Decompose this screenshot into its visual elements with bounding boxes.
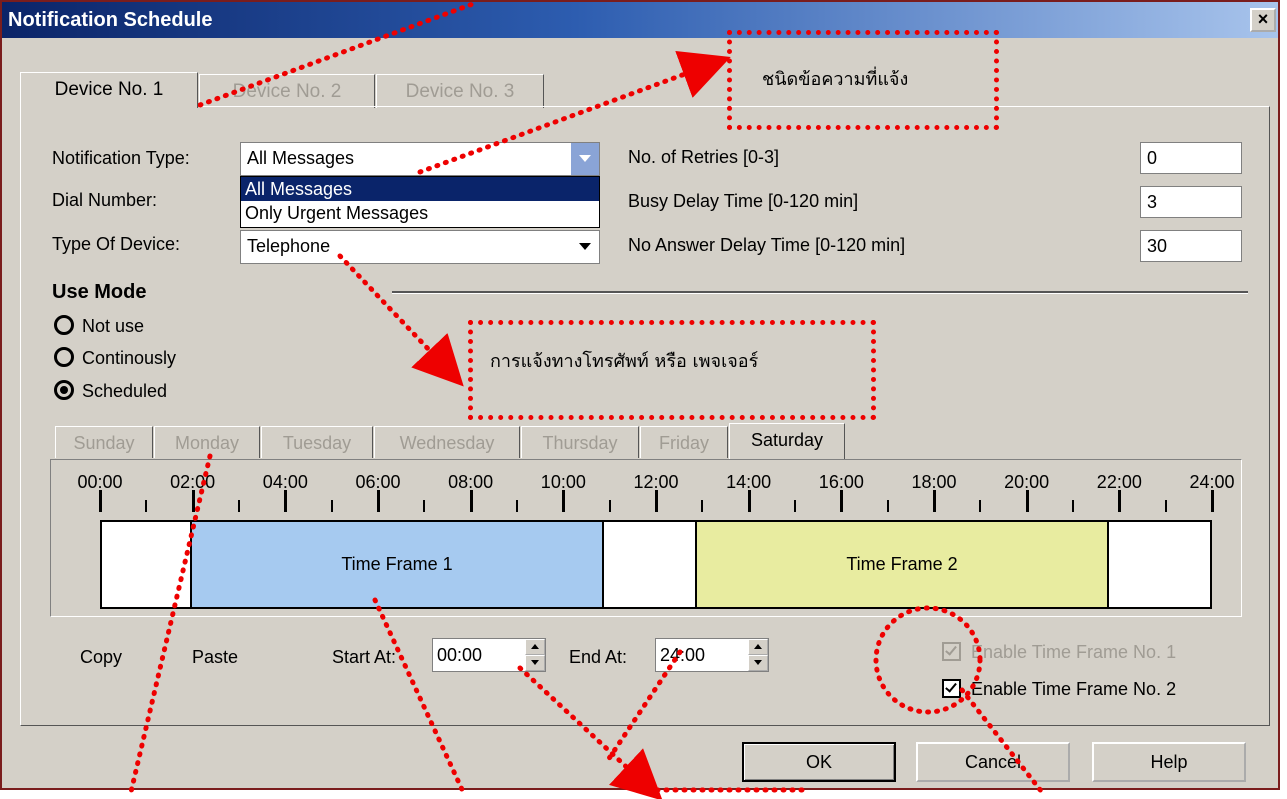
- timeline-minor-tick: [608, 500, 611, 512]
- ok-button[interactable]: OK: [742, 742, 896, 782]
- enable-time-frame-1-label: Enable Time Frame No. 1: [971, 642, 1177, 662]
- timeline-major-tick: [377, 490, 380, 512]
- annotation-phone-pager: การแจ้งทางโทรศัพท์ หรือ เพจเจอร์: [490, 351, 759, 372]
- enable-time-frame-2-label: Enable Time Frame No. 2: [971, 679, 1177, 699]
- type-of-device-label: Type Of Device:: [52, 234, 181, 254]
- end-at-spinner[interactable]: 24:00: [655, 638, 769, 672]
- busy-delay-input[interactable]: 3: [1140, 186, 1242, 218]
- time-frame-1-label: Time Frame 1: [341, 554, 453, 574]
- notification-type-dropdown-list: All Messages Only Urgent Messages: [240, 176, 600, 228]
- timeline-major-tick: [191, 490, 195, 512]
- chevron-down-icon[interactable]: [571, 143, 599, 175]
- radio-not-use[interactable]: Not use: [54, 315, 144, 337]
- copy-button[interactable]: Copy: [80, 647, 122, 668]
- radio-continously[interactable]: Continously: [54, 347, 176, 369]
- checkbox-checked-icon: [942, 642, 961, 661]
- start-at-spinner[interactable]: 00:00: [432, 638, 546, 672]
- radio-scheduled[interactable]: Scheduled: [54, 380, 167, 402]
- notification-type-value: All Messages: [247, 148, 355, 168]
- timeline-minor-tick: [145, 500, 148, 512]
- timeline-major-tick: [99, 490, 102, 512]
- timeline-major-tick: [933, 490, 936, 512]
- timeline-bar[interactable]: Time Frame 1 Time Frame 2: [100, 520, 1212, 609]
- tab-device-3[interactable]: Device No. 3: [376, 74, 544, 108]
- tab-sunday[interactable]: Sunday: [55, 426, 153, 458]
- timeline-minor-tick: [516, 500, 518, 512]
- enable-time-frame-2-checkbox[interactable]: Enable Time Frame No. 2: [942, 679, 1176, 700]
- end-at-label: End At:: [569, 647, 628, 667]
- timeline-minor-tick: [238, 500, 240, 512]
- window-title: Notification Schedule: [8, 9, 213, 31]
- paste-button[interactable]: Paste: [192, 647, 238, 668]
- timeline-major-tick: [284, 490, 288, 512]
- radio-not-use-label: Not use: [82, 316, 145, 336]
- spin-up-icon[interactable]: [525, 639, 545, 655]
- notification-type-label: Notification Type:: [52, 148, 190, 168]
- spin-up-icon[interactable]: [748, 639, 768, 655]
- tab-device-1[interactable]: Device No. 1: [20, 72, 198, 108]
- timeline-minor-tick: [1072, 500, 1074, 512]
- tab-monday[interactable]: Monday: [154, 426, 260, 458]
- timeline-minor-tick: [886, 500, 889, 512]
- type-of-device-value: Telephone: [247, 236, 331, 256]
- radio-scheduled-label: Scheduled: [82, 381, 168, 401]
- timeline-minor-tick: [423, 500, 426, 512]
- dropdown-option-only-urgent[interactable]: Only Urgent Messages: [241, 201, 599, 225]
- use-mode-divider: [392, 291, 1248, 294]
- timeline-major-tick: [469, 490, 473, 512]
- no-answer-delay-input[interactable]: 30: [1140, 230, 1242, 262]
- time-frame-2-label: Time Frame 2: [846, 554, 958, 574]
- timeline-minor-tick: [794, 500, 796, 512]
- time-frame-1[interactable]: Time Frame 1: [190, 522, 604, 607]
- end-at-value: 24:00: [660, 645, 706, 665]
- tab-device-2[interactable]: Device No. 2: [199, 74, 375, 108]
- spin-down-icon[interactable]: [748, 655, 768, 671]
- start-at-value: 00:00: [437, 645, 483, 665]
- tab-thursday[interactable]: Thursday: [521, 426, 639, 458]
- timeline-minor-tick: [979, 500, 982, 512]
- timeline-minor-tick: [330, 500, 333, 512]
- retries-label: No. of Retries [0-3]: [628, 147, 780, 167]
- radio-icon: [54, 347, 74, 367]
- cancel-button[interactable]: Cancel: [916, 742, 1070, 782]
- radio-continously-label: Continously: [82, 348, 177, 368]
- timeline-major-tick: [1118, 490, 1122, 512]
- dropdown-option-all-messages[interactable]: All Messages: [241, 177, 599, 201]
- no-answer-delay-label: No Answer Delay Time [0-120 min]: [628, 235, 906, 255]
- tab-wednesday[interactable]: Wednesday: [374, 426, 520, 458]
- timeline-major-tick: [747, 490, 751, 512]
- timeline-major-tick: [840, 490, 844, 512]
- close-button[interactable]: ×: [1250, 8, 1276, 32]
- timeline-minor-tick: [1164, 500, 1167, 512]
- timeline-major-tick: [655, 490, 658, 512]
- dial-number-label: Dial Number:: [52, 190, 158, 210]
- title-bar: Notification Schedule ×: [2, 2, 1278, 38]
- type-of-device-select[interactable]: Telephone: [240, 230, 600, 264]
- timeline-major-tick: [1025, 490, 1029, 512]
- annotation-message-type: ชนิดข้อความที่แจ้ง: [762, 69, 909, 90]
- retries-input[interactable]: 0: [1140, 142, 1242, 174]
- spin-down-icon[interactable]: [525, 655, 545, 671]
- busy-delay-label: Busy Delay Time [0-120 min]: [628, 191, 859, 211]
- checkbox-checked-icon: [942, 679, 961, 698]
- time-frame-2[interactable]: Time Frame 2: [695, 522, 1109, 607]
- help-button[interactable]: Help: [1092, 742, 1246, 782]
- timeline-major-tick: [562, 490, 566, 512]
- tab-saturday[interactable]: Saturday: [729, 423, 845, 459]
- enable-time-frame-1-checkbox[interactable]: Enable Time Frame No. 1: [942, 642, 1176, 663]
- timeline-minor-tick: [701, 500, 704, 512]
- notification-type-select[interactable]: All Messages: [240, 142, 600, 176]
- timeline-major-tick: [1211, 490, 1214, 512]
- tab-friday[interactable]: Friday: [640, 426, 728, 458]
- tab-tuesday[interactable]: Tuesday: [261, 426, 373, 458]
- radio-icon: [54, 315, 74, 335]
- chevron-down-icon[interactable]: [571, 231, 599, 263]
- start-at-label: Start At:: [332, 647, 397, 667]
- radio-selected-icon: [54, 380, 74, 400]
- use-mode-heading: Use Mode: [52, 281, 147, 303]
